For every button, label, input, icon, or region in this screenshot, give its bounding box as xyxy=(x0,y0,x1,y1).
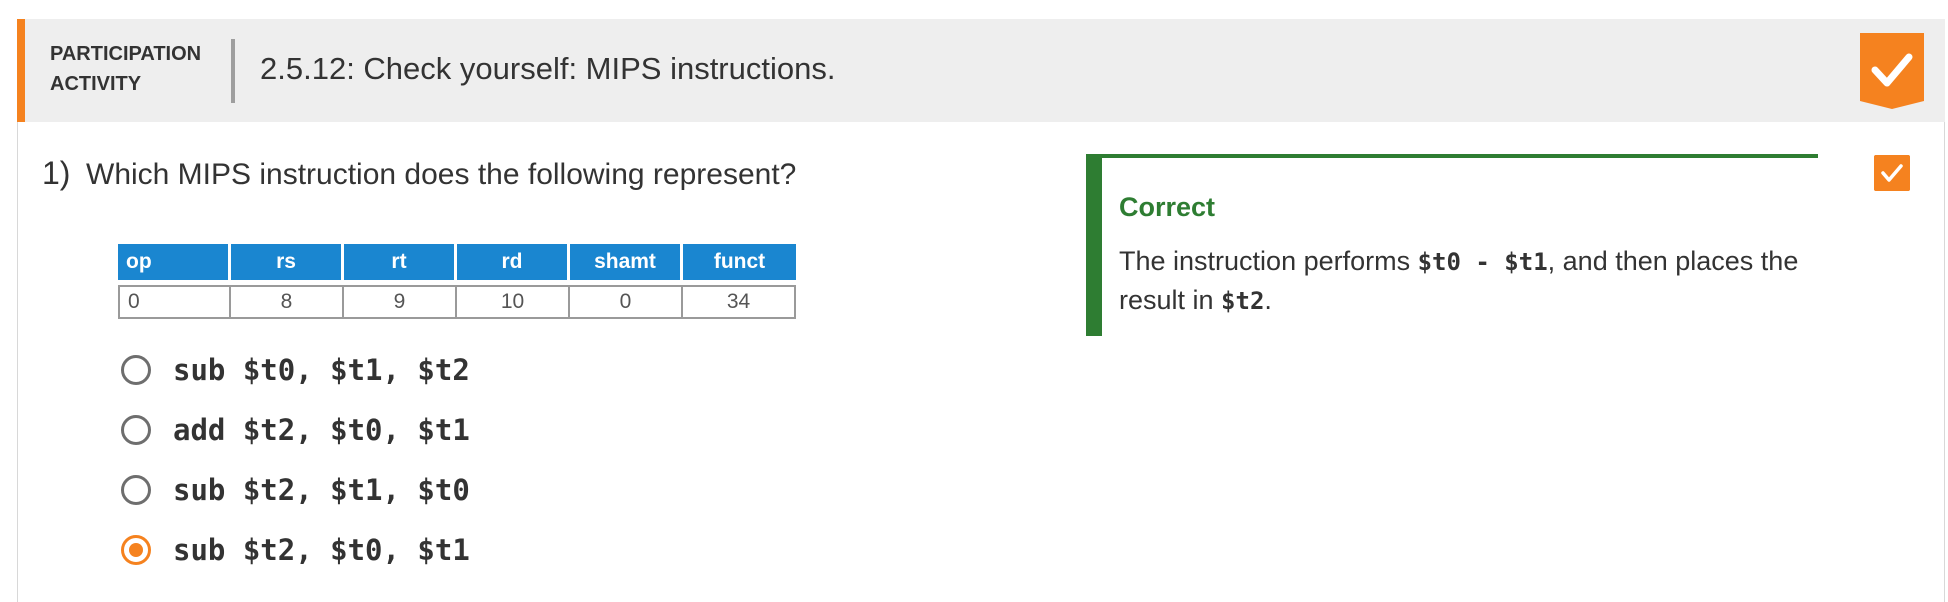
instruction-format-table: op rs rt rd shamt funct 0 8 9 10 0 34 xyxy=(118,244,796,319)
field-header-op: op xyxy=(118,244,231,280)
answer-choice-3[interactable]: sub $t2, $t1, $t0 xyxy=(121,470,470,510)
field-header-shamt: shamt xyxy=(570,244,683,280)
activity-type-label: PARTICIPATION ACTIVITY xyxy=(50,39,220,99)
activity-type-line1: PARTICIPATION xyxy=(50,43,202,65)
choice-label[interactable]: sub $t2, $t1, $t0 xyxy=(173,473,470,507)
choice-label[interactable]: sub $t2, $t0, $t1 xyxy=(173,533,470,567)
field-header-funct: funct xyxy=(683,244,796,280)
format-header-row: op rs rt rd shamt funct xyxy=(118,244,796,280)
format-value-row: 0 8 9 10 0 34 xyxy=(118,285,796,319)
field-value-rt: 9 xyxy=(344,285,457,319)
feedback-title: Correct xyxy=(1119,192,1216,222)
answer-choice-4[interactable]: sub $t2, $t0, $t1 xyxy=(121,530,470,570)
feedback-top-border xyxy=(1086,154,1818,158)
feedback-left-border xyxy=(1086,154,1102,336)
activity-title: 2.5.12: Check yourself: MIPS instruction… xyxy=(260,51,836,86)
activity-type-line2: ACTIVITY xyxy=(50,73,142,95)
field-header-rt: rt xyxy=(344,244,457,280)
feedback-panel: Correct The instruction performs $t0 - $… xyxy=(1086,154,1818,336)
choice-label[interactable]: add $t2, $t0, $t1 xyxy=(173,413,470,447)
header-accent-bar xyxy=(17,19,25,122)
radio-button[interactable] xyxy=(121,475,151,505)
feedback-code-expression: $t0 - $t1 xyxy=(1417,248,1548,276)
field-header-rd: rd xyxy=(457,244,570,280)
completion-check-icon xyxy=(1860,33,1924,109)
feedback-explanation: The instruction performs $t0 - $t1, and … xyxy=(1119,242,1809,320)
field-value-shamt: 0 xyxy=(570,285,683,319)
question-number: 1) xyxy=(42,155,71,191)
feedback-text-part: . xyxy=(1264,285,1272,315)
question-text: Which MIPS instruction does the followin… xyxy=(86,158,797,191)
field-value-rd: 10 xyxy=(457,285,570,319)
question-complete-check-icon xyxy=(1874,155,1910,191)
field-value-rs: 8 xyxy=(231,285,344,319)
radio-button[interactable] xyxy=(121,415,151,445)
answer-choice-2[interactable]: add $t2, $t0, $t1 xyxy=(121,410,470,450)
activity-header: PARTICIPATION ACTIVITY 2.5.12: Check you… xyxy=(17,19,1945,122)
header-divider xyxy=(231,39,235,103)
feedback-code-register: $t2 xyxy=(1221,287,1265,315)
field-value-op: 0 xyxy=(118,285,231,319)
field-header-rs: rs xyxy=(231,244,344,280)
answer-choice-1[interactable]: sub $t0, $t1, $t2 xyxy=(121,350,470,390)
radio-button[interactable] xyxy=(121,355,151,385)
feedback-text-part: The instruction performs xyxy=(1119,246,1418,276)
field-value-funct: 34 xyxy=(683,285,796,319)
choice-label[interactable]: sub $t0, $t1, $t2 xyxy=(173,353,470,387)
radio-button-selected[interactable] xyxy=(121,535,151,565)
